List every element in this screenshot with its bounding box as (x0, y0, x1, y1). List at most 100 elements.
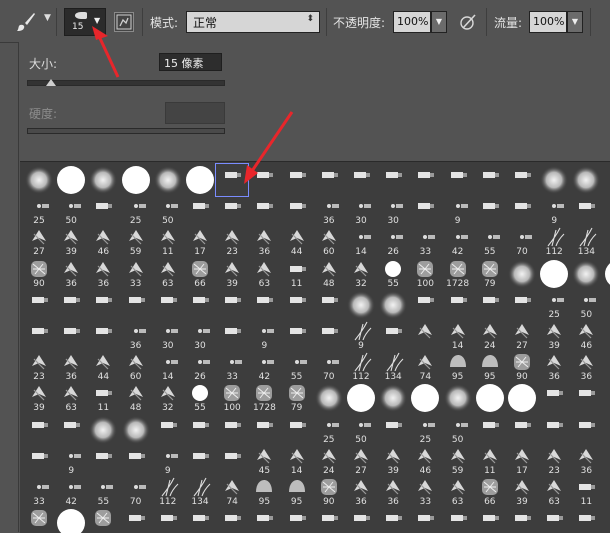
brush-preset-cell[interactable]: 36 (120, 320, 152, 352)
brush-preset-cell[interactable]: 30 (345, 195, 377, 227)
brush-preset-cell[interactable]: 11 (87, 382, 119, 414)
brush-preset-cell[interactable] (216, 445, 248, 477)
brush-preset-cell[interactable] (474, 382, 506, 414)
brush-preset-cell[interactable] (281, 320, 313, 352)
brush-preset-cell[interactable]: 112 (538, 226, 570, 258)
brush-preset-cell[interactable]: 24 (313, 445, 345, 477)
brush-preset-cell[interactable] (570, 195, 602, 227)
brush-preset-cell[interactable]: 42 (442, 226, 474, 258)
brush-preset-cell[interactable]: 26 (377, 226, 409, 258)
brush-preset-cell[interactable]: 27 (23, 226, 55, 258)
brush-preset-cell[interactable]: 30 (152, 320, 184, 352)
brush-preset-cell[interactable]: 90 (313, 476, 345, 508)
brush-preset-cell[interactable] (377, 414, 409, 446)
brush-preset-cell[interactable]: 55 (377, 258, 409, 290)
brush-preset-cell[interactable] (87, 195, 119, 227)
brush-preset-cell[interactable] (603, 226, 610, 258)
brush-preset-cell[interactable] (506, 507, 538, 533)
brush-preset-cell[interactable] (120, 289, 152, 321)
brush-preset-cell[interactable]: 95 (442, 351, 474, 383)
brush-preset-cell[interactable]: 30 (184, 320, 216, 352)
brush-preset-cell[interactable]: 44 (603, 445, 610, 477)
brush-preset-cell[interactable] (87, 507, 119, 533)
brush-preset-cell[interactable] (377, 382, 409, 414)
brush-preset-cell[interactable]: 74 (216, 476, 248, 508)
brush-preset-cell[interactable]: 36 (248, 226, 280, 258)
brush-preset-cell[interactable] (538, 414, 570, 446)
brush-preset-cell[interactable]: 26 (184, 351, 216, 383)
brush-preset-cell[interactable] (184, 445, 216, 477)
brush-preset-cell[interactable]: 36 (55, 258, 87, 290)
brush-preset-cell[interactable] (184, 289, 216, 321)
brush-preset-cell[interactable]: 45 (248, 445, 280, 477)
brush-preset-cell[interactable]: 33 (216, 351, 248, 383)
flow-dropdown-chevron-down-icon[interactable]: ▼ (567, 11, 583, 33)
brush-preset-cell[interactable] (23, 164, 55, 196)
brush-preset-cell[interactable]: 32 (345, 258, 377, 290)
brush-preset-cell[interactable] (506, 195, 538, 227)
brush-preset-cell[interactable] (409, 382, 441, 414)
brush-preset-cell[interactable]: 63 (55, 382, 87, 414)
brush-preset-cell[interactable] (603, 414, 610, 446)
brush-preset-cell[interactable] (313, 164, 345, 196)
brush-preset-cell[interactable]: 42 (55, 476, 87, 508)
brush-preset-cell[interactable] (23, 414, 55, 446)
brush-preset-cell[interactable] (377, 320, 409, 352)
brush-preset-cell[interactable]: 1728 (442, 258, 474, 290)
brush-preset-cell[interactable]: 100 (409, 258, 441, 290)
brush-preset-cell[interactable] (603, 507, 610, 533)
brush-preset-cell[interactable]: 39 (538, 320, 570, 352)
brush-preset-cell[interactable] (281, 414, 313, 446)
brush-preset-cell[interactable]: 50 (345, 414, 377, 446)
brush-preset-cell[interactable] (87, 445, 119, 477)
brush-preset-cell[interactable]: 14 (152, 351, 184, 383)
brush-preset-cell[interactable] (184, 414, 216, 446)
brush-preset-cell[interactable]: 23 (23, 351, 55, 383)
brush-preset-cell[interactable] (442, 164, 474, 196)
brush-preset-cell[interactable] (55, 289, 87, 321)
brush-preset-cell[interactable] (281, 195, 313, 227)
brush-preset-cell[interactable]: 9 (345, 320, 377, 352)
brush-preset-cell[interactable]: 17 (184, 226, 216, 258)
brush-preset-cell[interactable] (570, 164, 602, 196)
brush-preset-cell[interactable]: 14 (442, 320, 474, 352)
brush-preset-cell[interactable]: 39 (23, 382, 55, 414)
brush-preset-cell[interactable] (570, 382, 602, 414)
brush-preset-cell[interactable]: 95 (281, 476, 313, 508)
brush-preset-cell[interactable]: 33 (23, 476, 55, 508)
brush-preset-cell[interactable] (377, 289, 409, 321)
brush-preset-cell[interactable]: 9 (152, 445, 184, 477)
brush-preset-cell[interactable] (120, 445, 152, 477)
brush-preset-cell[interactable] (248, 195, 280, 227)
brush-preset-cell[interactable] (216, 195, 248, 227)
brush-preset-cell[interactable] (538, 164, 570, 196)
brush-preset-cell[interactable] (603, 320, 610, 352)
brush-preset-cell[interactable] (474, 414, 506, 446)
brush-preset-cell[interactable]: 23 (538, 445, 570, 477)
brush-preset-cell[interactable] (87, 414, 119, 446)
brush-preset-cell[interactable]: 14 (281, 445, 313, 477)
brush-preset-cell[interactable] (570, 258, 602, 290)
brush-preset-cell[interactable] (506, 289, 538, 321)
brush-preset-cell[interactable] (281, 164, 313, 196)
brush-preset-cell[interactable]: 27 (506, 320, 538, 352)
brush-preset-cell[interactable]: 36 (570, 445, 602, 477)
brush-preset-cell[interactable] (538, 507, 570, 533)
brush-preset-cell[interactable]: 48 (313, 258, 345, 290)
brush-preset-cell[interactable] (506, 414, 538, 446)
brush-preset-cell[interactable] (603, 289, 610, 321)
brush-preset-cell[interactable]: 17 (506, 445, 538, 477)
brush-preset-cell[interactable]: 33 (409, 226, 441, 258)
brush-preset-cell[interactable]: 46 (87, 226, 119, 258)
brush-preset-cell[interactable] (506, 382, 538, 414)
brush-preset-cell[interactable] (55, 507, 87, 533)
brush-preset-cell[interactable] (215, 163, 250, 197)
brush-preset-cell[interactable] (216, 507, 248, 533)
brush-preset-cell[interactable] (248, 414, 280, 446)
brush-preset-cell[interactable]: 36 (345, 476, 377, 508)
brush-preset-cell[interactable] (603, 164, 610, 196)
brush-preset-cell[interactable] (442, 289, 474, 321)
opacity-dropdown-chevron-down-icon[interactable]: ▼ (431, 11, 447, 33)
brush-preset-cell[interactable]: 11 (474, 445, 506, 477)
brush-preset-cell[interactable]: 74 (409, 351, 441, 383)
